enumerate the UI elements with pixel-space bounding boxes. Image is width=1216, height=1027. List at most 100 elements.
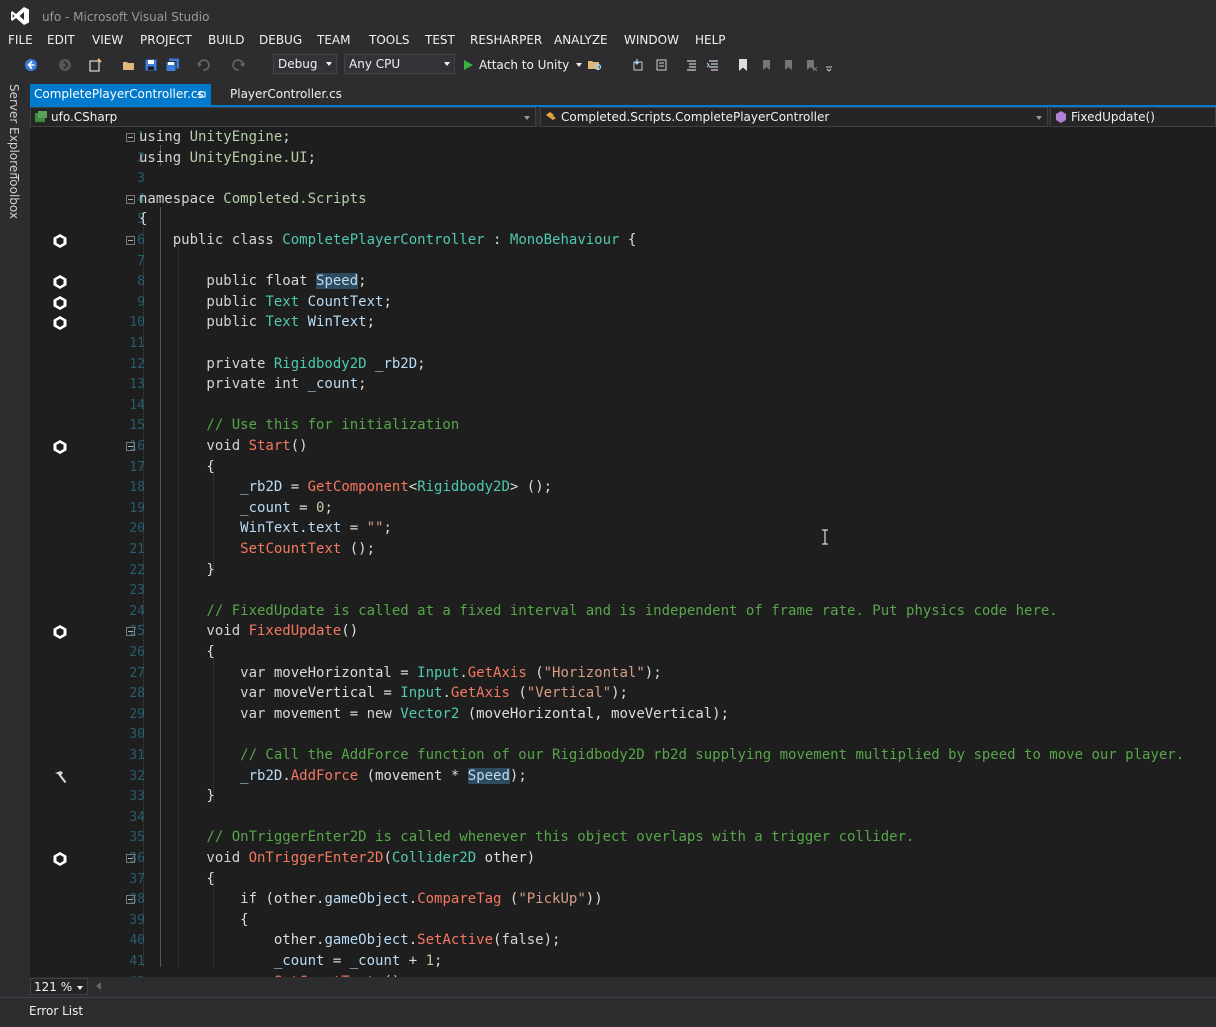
code-line[interactable]: 40 other.gameObject.SetActive(false);: [30, 931, 1216, 951]
code-line[interactable]: 16 void Start(): [30, 437, 1216, 457]
save-all-icon[interactable]: [164, 56, 182, 74]
server-explorer-tab[interactable]: Server Explorer: [7, 84, 21, 177]
code-line[interactable]: 39 {: [30, 911, 1216, 931]
code-line[interactable]: 4 namespace Completed.Scripts: [30, 190, 1216, 210]
project-dropdown[interactable]: ufo.CSharp: [30, 107, 536, 127]
code-line[interactable]: 12 private Rigidbody2D _rb2D;: [30, 355, 1216, 375]
code-line[interactable]: 6 public class CompletePlayerController …: [30, 231, 1216, 251]
code-line[interactable]: 2 using UnityEngine.UI;: [30, 149, 1216, 169]
collapse-icon[interactable]: [126, 854, 135, 863]
scroll-left-icon[interactable]: [96, 982, 102, 990]
collapse-icon[interactable]: [126, 627, 135, 637]
code-line[interactable]: 29 var movement = new Vector2 (moveHoriz…: [30, 705, 1216, 725]
pin-tab-icon[interactable]: [197, 90, 206, 99]
unity-message-icon[interactable]: [52, 439, 68, 455]
menu-file[interactable]: FILE: [8, 33, 33, 47]
step-over-icon[interactable]: [652, 56, 670, 74]
open-file-icon[interactable]: [120, 56, 138, 74]
code-line[interactable]: 38 if (other.gameObject.CompareTag ("Pic…: [30, 890, 1216, 910]
zoom-level-select[interactable]: 121 %: [30, 978, 88, 995]
collapse-icon[interactable]: [126, 133, 135, 142]
code-line[interactable]: 19 _count = 0;: [30, 499, 1216, 519]
member-dropdown[interactable]: FixedUpdate(): [1050, 107, 1216, 127]
resharper-action-icon[interactable]: [52, 769, 68, 785]
menu-tools[interactable]: TOOLS: [369, 33, 410, 47]
code-line[interactable]: 1 using UnityEngine;: [30, 128, 1216, 148]
unity-message-icon[interactable]: [52, 624, 68, 640]
code-line[interactable]: 8 public float Speed;: [30, 272, 1216, 292]
code-line[interactable]: 3: [30, 169, 1216, 189]
code-line[interactable]: 11: [30, 334, 1216, 354]
code-line[interactable]: 22 }: [30, 561, 1216, 581]
code-line[interactable]: 32 _rb2D.AddForce (movement * Speed);: [30, 767, 1216, 787]
solution-platform-select[interactable]: Any CPU: [344, 54, 455, 74]
code-line[interactable]: 9 public Text CountText;: [30, 293, 1216, 313]
unity-message-icon[interactable]: [52, 274, 68, 290]
attach-to-unity-button[interactable]: Attach to Unity: [462, 56, 583, 74]
undo-icon[interactable]: [194, 56, 212, 74]
menu-analyze[interactable]: ANALYZE: [554, 33, 608, 47]
find-in-files-icon[interactable]: [586, 56, 604, 74]
code-line[interactable]: 13 private int _count;: [30, 375, 1216, 395]
class-dropdown[interactable]: Completed.Scripts.CompletePlayerControll…: [540, 107, 1048, 127]
menu-edit[interactable]: EDIT: [47, 33, 75, 47]
step-into-icon[interactable]: [630, 56, 648, 74]
next-bookmark-icon[interactable]: [780, 56, 798, 74]
code-line[interactable]: 25 void FixedUpdate(): [30, 622, 1216, 642]
collapse-icon[interactable]: [126, 895, 135, 905]
menu-help[interactable]: HELP: [695, 33, 726, 47]
code-line[interactable]: 17 {: [30, 458, 1216, 478]
code-line[interactable]: 27 var moveHorizontal = Input.GetAxis ("…: [30, 664, 1216, 684]
navigate-forward-icon[interactable]: [56, 56, 74, 74]
toolbar-overflow-icon[interactable]: [820, 56, 838, 74]
code-line[interactable]: 28 var moveVertical = Input.GetAxis ("Ve…: [30, 684, 1216, 704]
tab-completeplayercontroller[interactable]: CompletePlayerController.cs: [30, 84, 211, 105]
code-line[interactable]: 41 _count = _count + 1;: [30, 952, 1216, 972]
code-line[interactable]: 33 }: [30, 787, 1216, 807]
code-line[interactable]: 37 {: [30, 870, 1216, 890]
menu-debug[interactable]: DEBUG: [259, 33, 302, 47]
collapse-icon[interactable]: [126, 236, 135, 245]
code-line[interactable]: 26 {: [30, 643, 1216, 663]
comment-out-lines-icon[interactable]: [682, 56, 700, 74]
redo-icon[interactable]: [230, 56, 248, 74]
code-line[interactable]: 24 // FixedUpdate is called at a fixed i…: [30, 602, 1216, 622]
code-line[interactable]: 10 public Text WinText;: [30, 313, 1216, 333]
menu-build[interactable]: BUILD: [208, 33, 244, 47]
solution-configuration-select[interactable]: Debug: [273, 54, 337, 74]
code-line[interactable]: 20 WinText.text = "";: [30, 519, 1216, 539]
collapse-icon[interactable]: [126, 194, 135, 204]
uncomment-lines-icon[interactable]: [704, 56, 722, 74]
code-line[interactable]: 23: [30, 581, 1216, 601]
code-line[interactable]: 30: [30, 725, 1216, 745]
unity-message-icon[interactable]: [52, 233, 68, 249]
code-line[interactable]: 7: [30, 252, 1216, 272]
toolbox-tab[interactable]: Toolbox: [7, 174, 21, 219]
save-icon[interactable]: [142, 56, 160, 74]
code-line[interactable]: 35 // OnTriggerEnter2D is called wheneve…: [30, 828, 1216, 848]
code-line[interactable]: 21 SetCountText ();: [30, 540, 1216, 560]
unity-message-icon[interactable]: [52, 295, 68, 311]
code-line[interactable]: 36 void OnTriggerEnter2D(Collider2D othe…: [30, 849, 1216, 869]
menu-resharper[interactable]: RESHARPER: [470, 33, 542, 47]
unity-message-icon[interactable]: [52, 315, 68, 331]
clear-bookmarks-icon[interactable]: [802, 56, 820, 74]
menu-team[interactable]: TEAM: [317, 33, 350, 47]
code-line[interactable]: 34: [30, 808, 1216, 828]
code-line[interactable]: 14: [30, 396, 1216, 416]
collapse-icon[interactable]: [126, 442, 135, 451]
code-line[interactable]: 31 // Call the AddForce function of our …: [30, 746, 1216, 766]
code-line[interactable]: 5{: [30, 210, 1216, 230]
menu-view[interactable]: VIEW: [92, 33, 123, 47]
unity-message-icon[interactable]: [52, 851, 68, 867]
code-line[interactable]: 18 _rb2D = GetComponent<Rigidbody2D> ();: [30, 478, 1216, 498]
horizontal-scrollbar[interactable]: [108, 979, 1216, 993]
code-editor[interactable]: 1 using UnityEngine; 2 using UnityEngine.UI…: [30, 127, 1216, 977]
code-line[interactable]: 15 // Use this for initialization: [30, 416, 1216, 436]
bookmark-icon[interactable]: [734, 56, 752, 74]
new-project-icon[interactable]: [86, 56, 104, 74]
menu-window[interactable]: WINDOW: [624, 33, 679, 47]
menu-project[interactable]: PROJECT: [140, 33, 192, 47]
error-list-tab[interactable]: Error List: [29, 1004, 83, 1018]
navigate-back-icon[interactable]: [22, 56, 40, 74]
